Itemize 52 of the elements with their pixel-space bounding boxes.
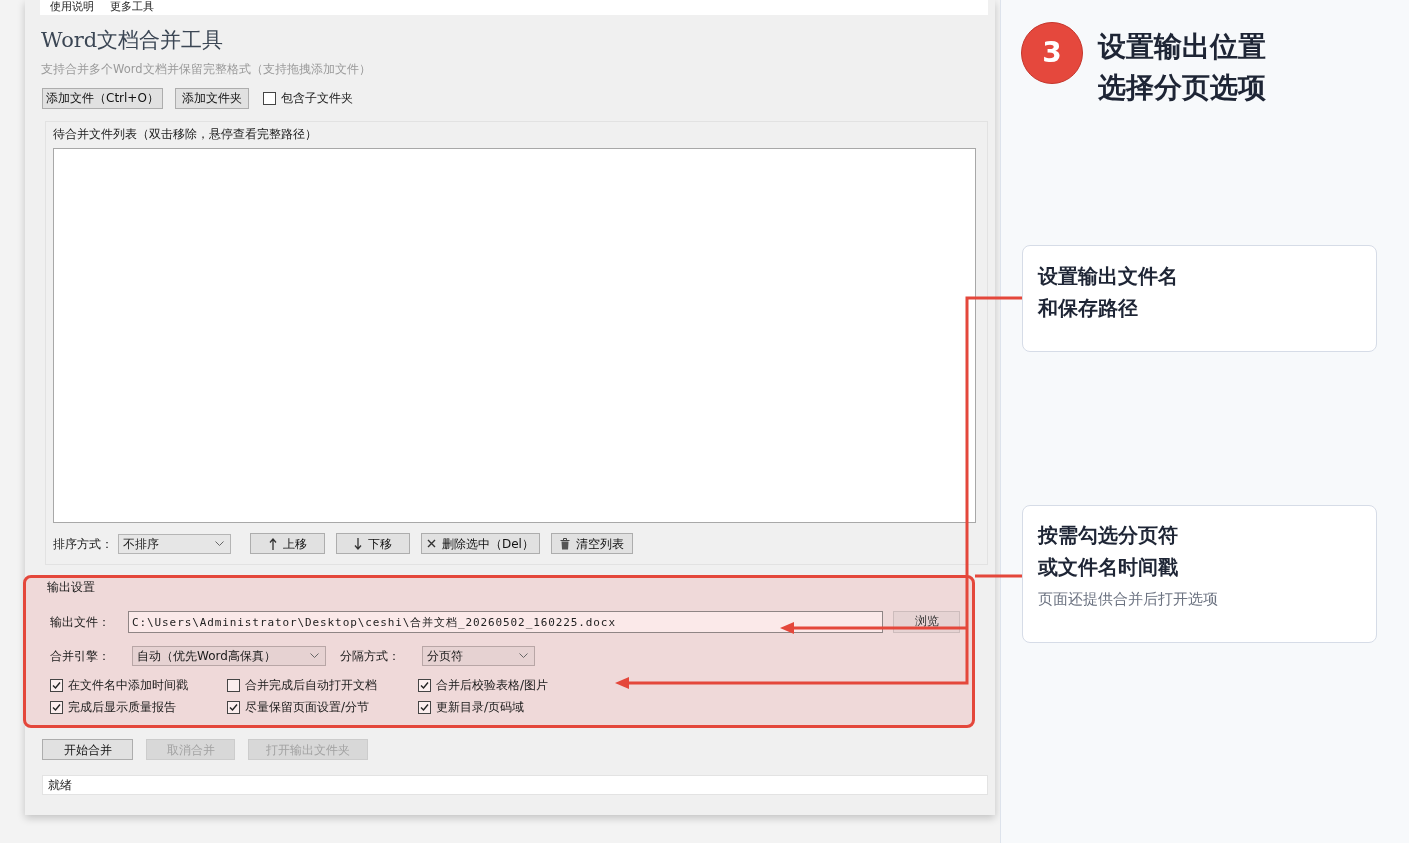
move-up-button[interactable]: 上移 (250, 533, 325, 554)
checkbox-label[interactable]: 完成后显示质量报告 (68, 700, 176, 714)
checkbox-label[interactable]: 尽量保留页面设置/分节 (245, 700, 370, 714)
checkbox-label[interactable]: 在文件名中添加时间戳 (68, 678, 188, 692)
checkbox[interactable] (262, 91, 276, 105)
checkbox[interactable] (227, 678, 240, 692)
arrow-up-icon (268, 537, 277, 550)
caret-icon (215, 541, 224, 546)
status-bar: 就绪 (42, 775, 988, 795)
menu-item[interactable]: 使用说明 (50, 0, 94, 13)
separator-dropdown[interactable]: 分页符 (422, 645, 535, 666)
move-down-button[interactable]: 下移 (336, 533, 410, 554)
checkbox-label[interactable]: 包含子文件夹 (280, 91, 353, 105)
checkbox-label[interactable]: 合并后校验表格/图片 (436, 678, 549, 692)
app-title: Word文档合并工具 (41, 27, 224, 53)
card-title: 或文件名时间戳 (1038, 554, 1178, 581)
caret-icon (519, 653, 528, 658)
step-title: 选择分页选项 (1098, 70, 1266, 106)
trash-icon (559, 537, 570, 550)
connector-line (975, 574, 1022, 578)
engine-dropdown[interactable]: 自动（优先Word高保真） (132, 645, 326, 666)
output-file-field[interactable]: C:\Users\Administrator\Desktop\ceshi\合并文档_20260502_160225.docx (128, 611, 883, 633)
sort-label: 排序方式： (53, 536, 114, 551)
checkbox[interactable] (227, 700, 240, 714)
field-label: 输出文件： (50, 615, 111, 629)
card-title: 和保存路径 (1038, 295, 1138, 322)
add-folder-button[interactable]: 添加文件夹 (174, 87, 249, 109)
checkbox[interactable] (50, 700, 63, 714)
field-label: 分隔方式： (340, 648, 401, 663)
field-label: 合并引擎： (50, 648, 111, 663)
sort-dropdown[interactable]: 不排序 (118, 533, 231, 554)
arrow-down-icon (354, 537, 362, 550)
start-merge-button[interactable]: 开始合并 (42, 739, 133, 760)
group-title: 输出设置 (47, 580, 95, 594)
group-title: 待合并文件列表（双击移除，悬停查看完整路径） (53, 127, 317, 141)
checkbox-label[interactable]: 合并完成后自动打开文档 (245, 678, 377, 692)
caret-icon (310, 653, 319, 658)
step-number: 3 (1021, 22, 1083, 84)
menu-item[interactable]: 更多工具 (110, 0, 154, 13)
app-subtitle: 支持合并多个Word文档并保留完整格式（支持拖拽添加文件） (41, 61, 371, 77)
clear-list-button[interactable]: 清空列表 (550, 533, 633, 554)
checkbox[interactable] (418, 678, 431, 692)
add-files-button[interactable]: 添加文件（Ctrl+O） (42, 87, 163, 109)
remove-selected-button[interactable]: 删除选中（Del） (421, 533, 540, 554)
cross-icon (427, 539, 436, 548)
card-title: 设置输出文件名 (1038, 263, 1178, 290)
checkbox[interactable] (418, 700, 431, 714)
card-note: 页面还提供合并后打开选项 (1038, 589, 1218, 610)
checkbox-label[interactable]: 更新目录/页码域 (436, 700, 525, 714)
card-title: 按需勾选分页符 (1038, 522, 1178, 549)
step-title: 设置输出位置 (1098, 29, 1266, 65)
checkbox[interactable] (50, 678, 63, 692)
